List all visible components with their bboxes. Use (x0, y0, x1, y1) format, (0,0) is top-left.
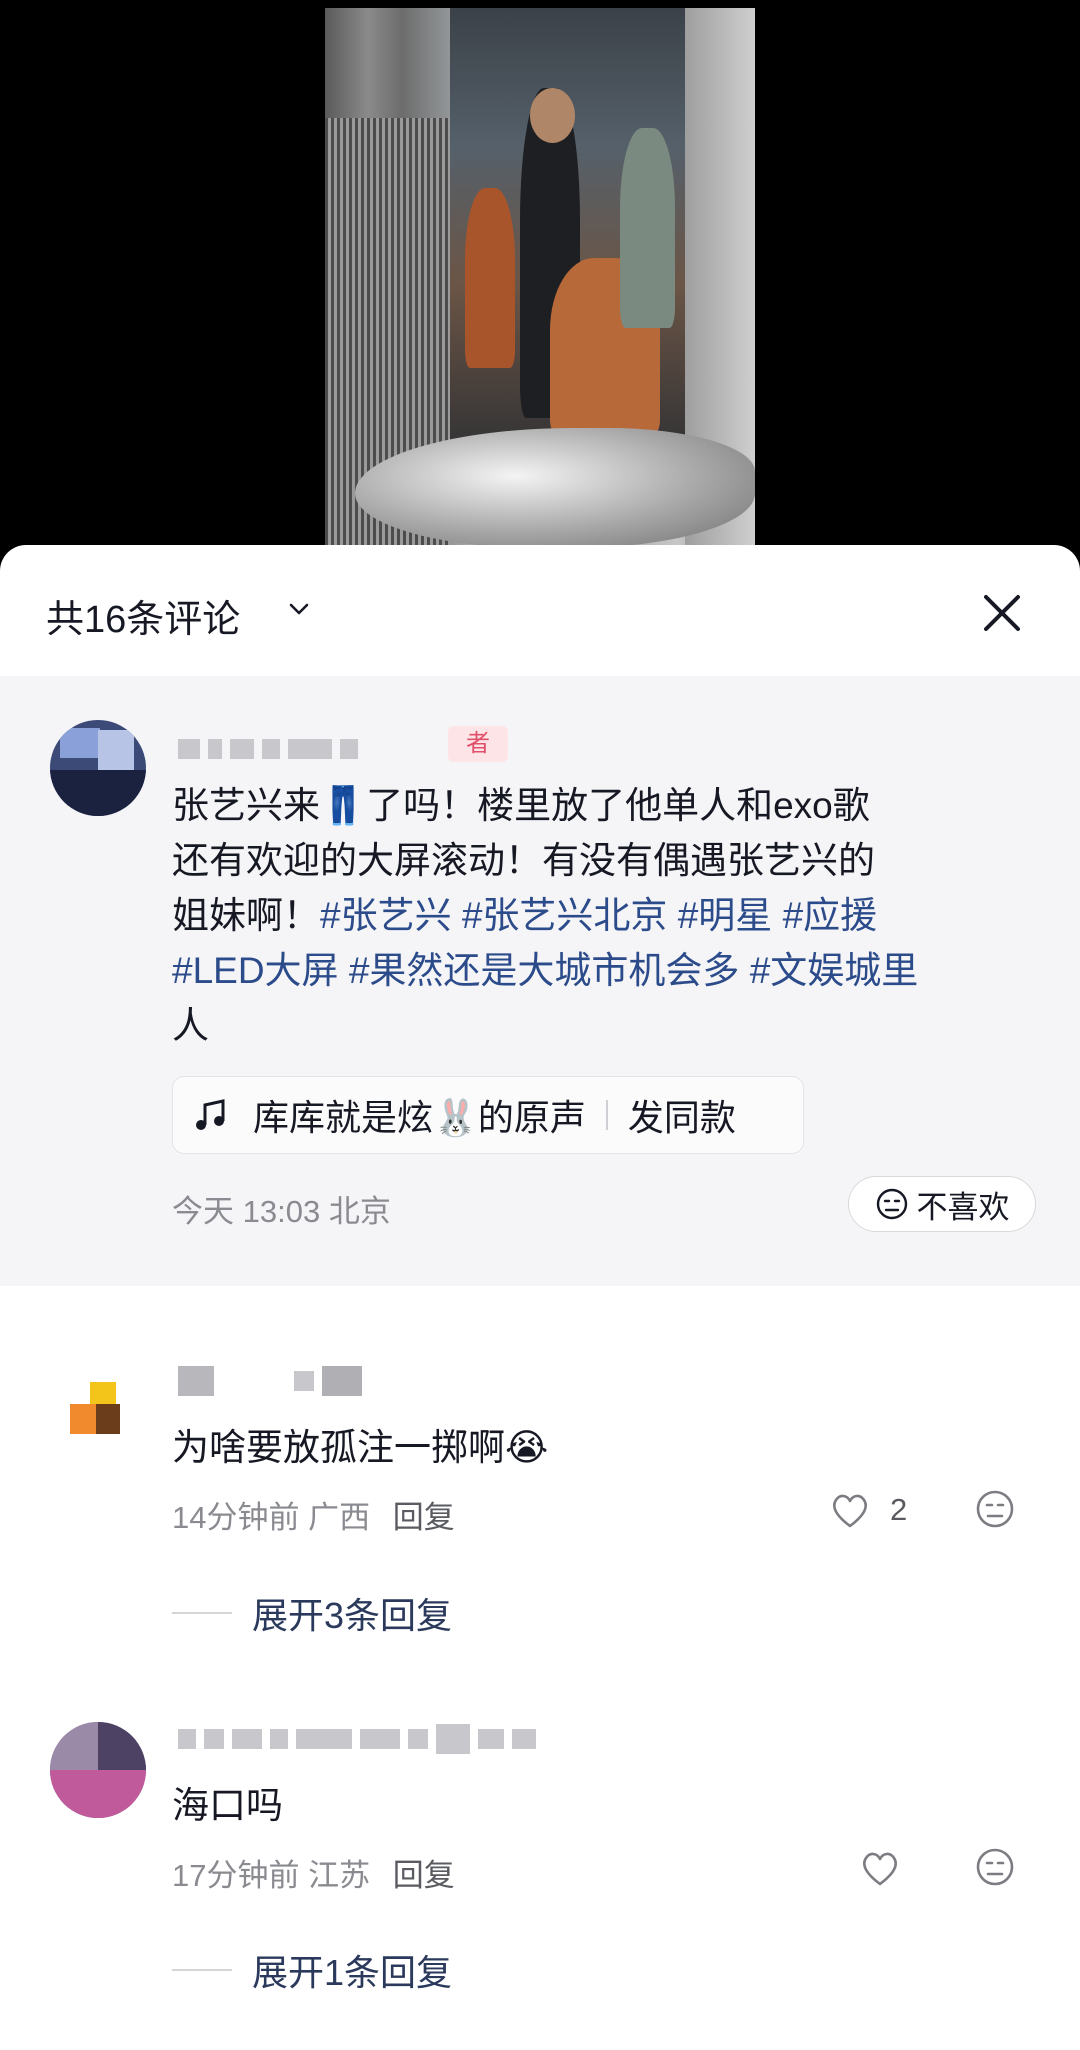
username-blurred[interactable] (178, 1724, 536, 1754)
poster-figure (620, 128, 675, 328)
comment-location: 广西 (308, 1500, 371, 1535)
dislike-label: 不喜欢 (916, 1189, 1010, 1225)
comment-text: 海口吗 (172, 1785, 283, 1826)
dislike-face-icon[interactable] (974, 1488, 1016, 1530)
avatar-pixel (98, 730, 134, 770)
avatar-pixel (70, 1404, 96, 1434)
comment-text: 为啥要放孤注一掷啊😭 (172, 1427, 549, 1468)
avatar-pixel (50, 770, 146, 816)
avatar-pixel (98, 1722, 146, 1770)
chevron-down-icon[interactable] (286, 596, 312, 622)
avatar-pixel (90, 1382, 116, 1404)
comment-location: 江苏 (308, 1858, 371, 1893)
poster-figure (465, 188, 515, 368)
avatar[interactable] (70, 1382, 128, 1440)
expand-replies-label: 展开1条回复 (252, 1952, 453, 1993)
comment-line: 还有欢迎的大屏滚动！有没有偶遇张艺兴的 (172, 840, 875, 881)
comment-meta: 17分钟前 江苏 回复 (172, 1850, 455, 1895)
divider (172, 1612, 232, 1614)
author-badge: 者 (448, 726, 508, 762)
hashtag-link[interactable]: #文娱城里 (750, 950, 919, 991)
username-blurred[interactable] (178, 1366, 362, 1396)
video-frame (325, 8, 755, 548)
comment-count-title[interactable]: 共16条评论 (46, 588, 240, 643)
comment-text-segment: 姐妹啊！ (172, 895, 320, 936)
comment-line: #LED大屏 #果然还是大城市机会多 #文娱城里 (172, 943, 1052, 998)
music-note-icon (196, 1099, 225, 1130)
expand-replies[interactable]: 展开3条回复 (172, 1587, 452, 1639)
hashtag-link[interactable]: #张艺兴北京 (462, 895, 668, 936)
username-blurred[interactable] (178, 738, 358, 760)
comment-meta: 14分钟前 广西 回复 (172, 1492, 455, 1537)
avatar[interactable] (50, 1722, 146, 1818)
video-player[interactable] (0, 0, 1080, 560)
reply-button[interactable]: 回复 (393, 1858, 455, 1893)
avatar-pixel (60, 728, 100, 758)
reply-button[interactable]: 回复 (393, 1500, 455, 1535)
dislike-face-icon[interactable] (974, 1846, 1016, 1888)
divider (172, 1969, 232, 1971)
hashtag-link[interactable]: #明星 (678, 895, 773, 936)
comment-time: 17分钟前 (172, 1858, 300, 1893)
music-title: 库库就是炫🐰的原声 (253, 1097, 586, 1138)
comment-time: 14分钟前 (172, 1500, 300, 1535)
poster-face (530, 88, 575, 143)
heart-icon[interactable] (858, 1846, 902, 1890)
avatar-pixel (50, 1770, 146, 1818)
hashtag-link[interactable]: #果然还是大城市机会多 (349, 950, 740, 991)
top-comment-meta: 今天 13:03 北京 (172, 1186, 391, 1231)
comment-line: 姐妹啊！#张艺兴 #张艺兴北京 #明星 #应援 (172, 888, 1052, 943)
heart-icon[interactable] (828, 1488, 872, 1532)
hashtag-link[interactable]: #张艺兴 (320, 895, 452, 936)
led-screen-poster (450, 8, 690, 468)
hashtag-link[interactable]: #应援 (783, 895, 878, 936)
music-chip[interactable]: 库库就是炫🐰的原声 发同款 (172, 1076, 804, 1154)
avatar-pixel (96, 1404, 120, 1434)
comment-line: 张艺兴来👖了吗！楼里放了他单人和exo歌 (172, 785, 870, 826)
avatar-pixel (50, 1722, 98, 1770)
use-sound-button[interactable]: 发同款 (628, 1089, 736, 1141)
expand-replies-label: 展开3条回复 (252, 1595, 453, 1636)
comment-line: 人 (172, 1005, 209, 1046)
avatar[interactable] (50, 720, 146, 816)
dislike-button[interactable]: 不喜欢 (848, 1176, 1036, 1232)
expand-replies[interactable]: 展开1条回复 (172, 1944, 452, 1996)
top-comment-text: 张艺兴来👖了吗！楼里放了他单人和exo歌 还有欢迎的大屏滚动！有没有偶遇张艺兴的… (172, 778, 1052, 1053)
comment-location: 北京 (328, 1194, 391, 1229)
like-count: 2 (890, 1492, 908, 1527)
dislike-face-icon (876, 1188, 907, 1220)
comment-time: 今天 13:03 (172, 1194, 321, 1229)
hashtag-link[interactable]: #LED大屏 (172, 950, 339, 991)
close-icon[interactable] (974, 585, 1030, 641)
divider (605, 1100, 608, 1130)
